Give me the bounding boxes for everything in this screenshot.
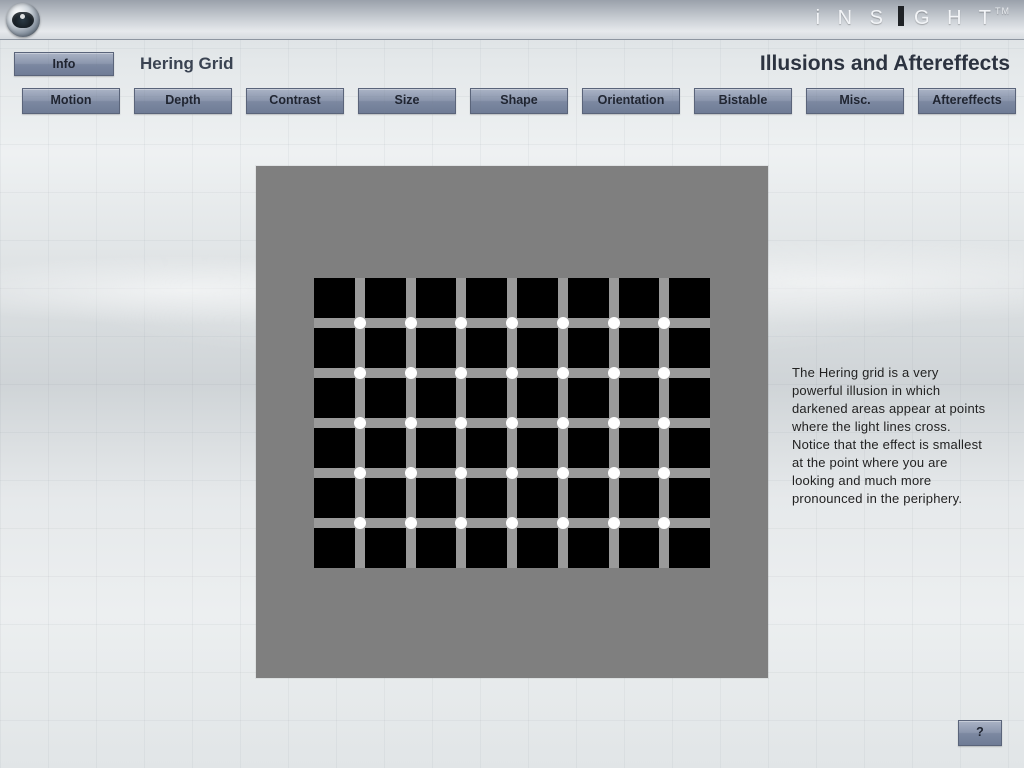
app-logo-icon (6, 3, 40, 37)
grid-dot (557, 517, 569, 529)
grid-dot (506, 317, 518, 329)
grid-dot (557, 367, 569, 379)
page-subtitle: Hering Grid (140, 54, 234, 74)
grid-dot (455, 417, 467, 429)
grid-dot (455, 467, 467, 479)
grid-dot (608, 317, 620, 329)
tab-orientation[interactable]: Orientation (582, 88, 680, 114)
grid-dot (455, 317, 467, 329)
brand-wordmark: i N S G H TTM (816, 6, 1010, 30)
tab-shape[interactable]: Shape (470, 88, 568, 114)
grid-dot (354, 367, 366, 379)
grid-dot (506, 367, 518, 379)
page-title: Illusions and Aftereffects (760, 52, 1010, 76)
titlebar: i N S G H TTM (0, 0, 1024, 40)
grid-dot (405, 517, 417, 529)
grid-dot (405, 317, 417, 329)
grid-dot (455, 367, 467, 379)
help-button[interactable]: ? (958, 720, 1002, 746)
grid-dot (506, 467, 518, 479)
grid-dot (658, 417, 670, 429)
tab-motion[interactable]: Motion (22, 88, 120, 114)
grid-dot (608, 417, 620, 429)
grid-dot (506, 417, 518, 429)
grid-dot (557, 417, 569, 429)
tab-aftereffects[interactable]: Aftereffects (918, 88, 1016, 114)
grid-dot (557, 317, 569, 329)
grid-dot (557, 467, 569, 479)
tab-contrast[interactable]: Contrast (246, 88, 344, 114)
grid-dot (354, 467, 366, 479)
tab-depth[interactable]: Depth (134, 88, 232, 114)
grid-dot (506, 517, 518, 529)
grid-dot (658, 367, 670, 379)
header-row: Info Hering Grid Illusions and Aftereffe… (0, 40, 1024, 84)
grid-dot (405, 417, 417, 429)
tab-bistable[interactable]: Bistable (694, 88, 792, 114)
description-text: The Hering grid is a very powerful illus… (792, 364, 992, 508)
grid-dot (658, 467, 670, 479)
grid-dot (354, 517, 366, 529)
grid-dot (658, 517, 670, 529)
grid-dot (354, 317, 366, 329)
grid-dot (405, 467, 417, 479)
grid-dot (354, 417, 366, 429)
grid-dot (405, 367, 417, 379)
info-button[interactable]: Info (14, 52, 114, 76)
brand-i-bar-icon (898, 6, 904, 26)
grid-dot (658, 317, 670, 329)
grid-dot (608, 467, 620, 479)
tab-size[interactable]: Size (358, 88, 456, 114)
illusion-stage (256, 166, 768, 678)
hering-grid (314, 278, 710, 568)
grid-dot (608, 517, 620, 529)
grid-dot (455, 517, 467, 529)
grid-dot (608, 367, 620, 379)
tab-misc[interactable]: Misc. (806, 88, 904, 114)
category-tabs: Motion Depth Contrast Size Shape Orienta… (0, 84, 1024, 126)
